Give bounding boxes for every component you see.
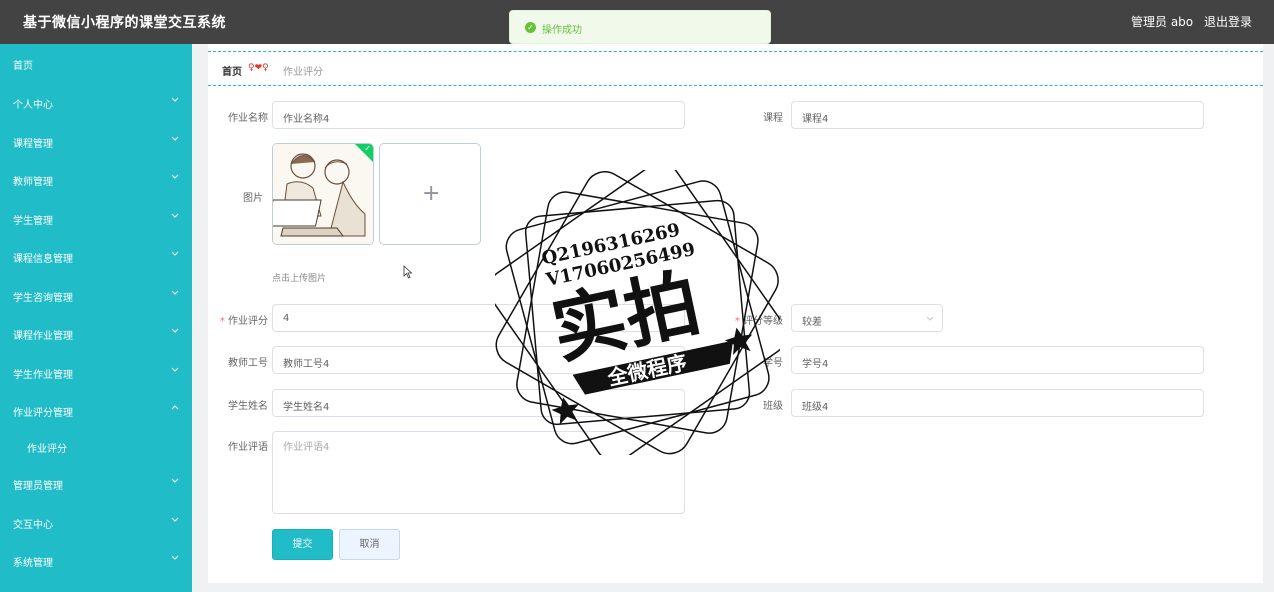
image-label: 图片 bbox=[243, 193, 263, 204]
chevron-down-icon bbox=[926, 316, 934, 321]
class-input[interactable]: 班级4 bbox=[791, 389, 1204, 417]
sidebar-item-label: 学生管理 bbox=[13, 216, 53, 227]
sidebar-item-personal-center[interactable]: 个人中心 bbox=[0, 83, 192, 121]
app-title: 基于微信小程序的课堂交互系统 bbox=[23, 15, 226, 31]
chevron-down-icon bbox=[171, 213, 179, 218]
breadcrumb-separator: ♀❤♀ bbox=[248, 63, 269, 73]
sidebar-item-label: 作业评分管理 bbox=[13, 408, 73, 419]
sidebar-item-homework-score-management[interactable]: 作业评分管理 bbox=[0, 391, 192, 429]
chevron-down-icon bbox=[171, 478, 179, 483]
chevron-down-icon bbox=[171, 136, 179, 141]
sidebar-item-system-management[interactable]: 系统管理 bbox=[0, 541, 192, 579]
sidebar-item-label: 交互中心 bbox=[13, 520, 53, 531]
cancel-button[interactable]: 取消 bbox=[339, 529, 400, 560]
sidebar-item-student-consult-management[interactable]: 学生咨询管理 bbox=[0, 276, 192, 314]
sidebar-item-teacher-management[interactable]: 教师管理 bbox=[0, 160, 192, 198]
chevron-up-icon bbox=[171, 405, 179, 410]
chevron-down-icon bbox=[171, 290, 179, 295]
sidebar-subitem-homework-score[interactable]: 作业评分 bbox=[0, 427, 192, 465]
comment-label: 作业评语 bbox=[228, 442, 268, 453]
sidebar-item-label: 学生作业管理 bbox=[13, 370, 73, 381]
success-toast: ✓ 操作成功 bbox=[509, 10, 771, 44]
logout-button[interactable]: 退出登录 bbox=[1204, 13, 1252, 30]
sidebar-item-label: 课程信息管理 bbox=[13, 254, 73, 265]
sidebar-item-home[interactable]: 首页 bbox=[0, 44, 192, 82]
chevron-down-icon bbox=[171, 328, 179, 333]
student-name-label: 学生姓名 bbox=[228, 401, 268, 412]
plus-icon: + bbox=[422, 181, 441, 206]
sidebar-item-student-homework-management[interactable]: 学生作业管理 bbox=[0, 353, 192, 391]
sidebar-item-label: 学生咨询管理 bbox=[13, 293, 73, 304]
grade-level-value: 较差 bbox=[802, 317, 822, 328]
homework-name-label: 作业名称 bbox=[228, 113, 268, 124]
toast-message: 操作成功 bbox=[542, 25, 582, 36]
chevron-down-icon bbox=[171, 251, 179, 256]
success-check-icon: ✓ bbox=[525, 22, 536, 33]
sidebar-item-interaction-center[interactable]: 交互中心 bbox=[0, 503, 192, 541]
breadcrumb-home[interactable]: 首页 bbox=[222, 63, 242, 78]
homework-name-input[interactable]: 作业名称4 bbox=[272, 101, 685, 129]
upload-tip: 点击上传图片 bbox=[272, 274, 327, 284]
admin-label: 管理员 abo bbox=[1131, 15, 1194, 29]
chevron-down-icon bbox=[171, 97, 179, 102]
sidebar-item-label: 教师管理 bbox=[13, 177, 53, 188]
course-label: 课程 bbox=[763, 113, 783, 124]
sidebar-item-label: 课程管理 bbox=[13, 139, 53, 150]
chevron-down-icon bbox=[171, 367, 179, 372]
sidebar-item-student-management[interactable]: 学生管理 bbox=[0, 199, 192, 237]
score-label: * 作业评分 bbox=[208, 312, 268, 327]
grade-level-select[interactable]: 较差 bbox=[791, 304, 943, 332]
teacher-no-label: 教师工号 bbox=[228, 358, 268, 369]
submit-button[interactable]: 提交 bbox=[272, 529, 333, 560]
sidebar-item-label: 课程作业管理 bbox=[13, 331, 73, 342]
sidebar-item-label: 首页 bbox=[13, 61, 33, 72]
student-no-input[interactable]: 学号4 bbox=[791, 346, 1204, 374]
sidebar-item-label: 管理员管理 bbox=[13, 481, 63, 492]
chevron-down-icon bbox=[171, 517, 179, 522]
sidebar-item-course-management[interactable]: 课程管理 bbox=[0, 122, 192, 160]
sidebar: 首页 个人中心 课程管理 教师管理 学生管理 课程信息管理 学生咨询管理 课程作… bbox=[0, 44, 192, 592]
sidebar-item-label: 作业评分 bbox=[27, 444, 67, 455]
score-label-text: 作业评分 bbox=[228, 316, 268, 327]
breadcrumb: 首页 ♀❤♀ 作业评分 bbox=[208, 51, 1263, 86]
chevron-down-icon bbox=[171, 174, 179, 179]
sidebar-item-label: 系统管理 bbox=[13, 558, 53, 569]
check-icon: ✓ bbox=[364, 144, 371, 153]
breadcrumb-current: 作业评分 bbox=[283, 67, 323, 78]
uploaded-image[interactable]: ✓ bbox=[272, 143, 374, 245]
sidebar-item-admin-management[interactable]: 管理员管理 bbox=[0, 464, 192, 502]
sidebar-item-course-homework-management[interactable]: 课程作业管理 bbox=[0, 314, 192, 352]
course-input[interactable]: 课程4 bbox=[791, 101, 1204, 129]
sidebar-item-label: 个人中心 bbox=[13, 100, 53, 111]
mouse-cursor-icon bbox=[403, 265, 413, 279]
sidebar-item-course-info-management[interactable]: 课程信息管理 bbox=[0, 237, 192, 275]
watermark-stamp: Q2196316269 V17060256499 实拍 全微程序 bbox=[495, 170, 780, 455]
chevron-down-icon bbox=[171, 555, 179, 560]
upload-add-button[interactable]: + bbox=[379, 143, 481, 245]
required-mark: * bbox=[219, 316, 225, 327]
